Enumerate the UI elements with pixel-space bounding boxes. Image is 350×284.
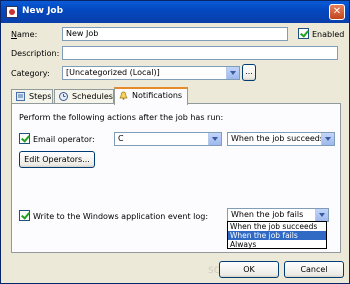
email-operator-select[interactable]: C [114,132,222,146]
title-bar[interactable]: New Job ✕ [1,1,349,23]
email-operator-value: C [118,134,124,143]
dropdown-option-fails[interactable]: When the job fails [228,231,326,240]
chevron-down-icon[interactable] [321,133,334,145]
close-button[interactable]: ✕ [329,4,345,20]
tab-schedules-label: Schedules [72,92,113,101]
steps-icon [16,92,25,101]
new-job-dialog: New Job ✕ Name: New Job Enabled Descript… [0,0,350,284]
description-input[interactable] [62,46,338,60]
email-condition-value: When the job succeeds [231,134,325,143]
category-browse-button[interactable]: ... [242,64,256,81]
event-log-condition-select[interactable]: When the job fails [227,208,329,222]
category-value: [Uncategorized (Local)] [66,68,160,77]
tab-notifications[interactable]: Notifications [114,87,188,105]
app-icon [6,6,18,18]
notification-bell-icon [119,91,128,100]
enabled-label: Enabled [312,30,345,39]
ok-button[interactable]: OK [219,261,279,278]
chevron-down-icon[interactable] [315,209,328,221]
event-log-checkbox[interactable] [19,210,30,221]
chevron-down-icon[interactable] [226,67,239,79]
window-title: New Job [22,6,64,16]
category-select[interactable]: [Uncategorized (Local)] [62,66,240,80]
email-operator-checkbox[interactable] [19,133,30,144]
enabled-checkbox[interactable] [298,28,309,39]
event-log-label: Write to the Windows application event l… [33,212,209,221]
cancel-button[interactable]: Cancel [284,261,344,278]
name-input[interactable]: New Job [62,27,288,41]
tab-steps[interactable]: Steps [11,89,53,104]
schedule-clock-icon [59,92,68,101]
tab-schedules[interactable]: Schedules [54,89,114,104]
name-label-rest: ame: [16,30,38,39]
email-operator-label: Email operator: [33,135,95,144]
description-label: Description: [11,49,60,58]
name-label: Name: [11,30,38,39]
dropdown-option-succeeds[interactable]: When the job succeeds [228,222,326,231]
tab-steps-label: Steps [29,92,52,101]
tab-notifications-label: Notifications [132,91,183,100]
email-condition-select[interactable]: When the job succeeds [227,132,335,146]
event-log-condition-value: When the job fails [231,210,304,219]
event-log-condition-dropdown: When the job succeeds When the job fails… [227,221,327,249]
edit-operators-button[interactable]: Edit Operators... [19,151,95,168]
notifications-intro: Perform the following actions after the … [19,113,224,122]
dropdown-option-always[interactable]: Always [228,240,326,249]
chevron-down-icon[interactable] [208,133,221,145]
category-label: Category: [11,69,50,78]
